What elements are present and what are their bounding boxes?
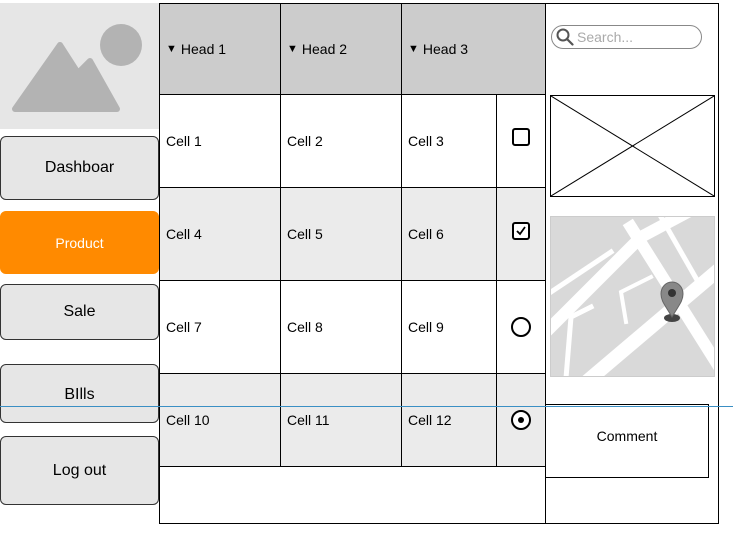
table-cell: Cell 2 xyxy=(281,95,402,187)
table-header-row: ▼ Head 1 ▼ Head 2 ▼ Head 3 xyxy=(160,4,545,95)
sidebar-item-product[interactable]: Product xyxy=(0,211,159,274)
table-cell: Cell 8 xyxy=(281,281,402,373)
search-input[interactable] xyxy=(574,29,695,45)
row-checkbox[interactable] xyxy=(512,128,530,146)
row-checkbox-checked[interactable] xyxy=(512,222,530,240)
table-cell: Cell 6 xyxy=(402,188,497,280)
sidebar-item-sale[interactable]: Sale xyxy=(0,284,159,340)
row-radio-selected[interactable] xyxy=(511,410,531,430)
search-box[interactable] xyxy=(551,25,702,49)
table-row: Cell 7 Cell 8 Cell 9 xyxy=(160,281,545,374)
table-header-3[interactable]: ▼ Head 3 xyxy=(402,4,545,94)
sidebar-item-bills[interactable]: BIlls xyxy=(0,364,159,423)
sidebar-item-logout[interactable]: Log out xyxy=(0,436,159,505)
table-cell: Cell 9 xyxy=(402,281,497,373)
row-radio[interactable] xyxy=(511,317,531,337)
search-icon xyxy=(556,28,574,46)
sort-down-icon: ▼ xyxy=(287,43,298,55)
comment-box[interactable]: Comment xyxy=(545,404,709,478)
table-cell: Cell 11 xyxy=(281,374,402,466)
table-cell: Cell 4 xyxy=(160,188,281,280)
sidebar-item-dashboard[interactable]: Dashboar xyxy=(0,136,159,200)
table-header-1[interactable]: ▼ Head 1 xyxy=(160,4,281,94)
guide-line xyxy=(0,406,733,407)
table-cell: Cell 5 xyxy=(281,188,402,280)
table-header-2[interactable]: ▼ Head 2 xyxy=(281,4,402,94)
map-widget[interactable] xyxy=(550,216,715,377)
image-placeholder-icon xyxy=(550,95,715,197)
checkmark-icon xyxy=(516,226,526,236)
table-cell: Cell 3 xyxy=(402,95,497,187)
sort-down-icon: ▼ xyxy=(408,43,419,55)
sidebar-item-label: Product xyxy=(55,234,104,251)
map-icon xyxy=(551,217,714,376)
sort-down-icon: ▼ xyxy=(166,43,177,55)
sidebar-item-label: Sale xyxy=(63,303,96,320)
table-row: Cell 1 Cell 2 Cell 3 xyxy=(160,95,545,188)
image-placeholder-box xyxy=(550,95,715,197)
table-cell: Cell 7 xyxy=(160,281,281,373)
table-row: Cell 10 Cell 11 Cell 12 xyxy=(160,374,545,467)
mountain-image-icon xyxy=(12,24,142,112)
comment-label: Comment xyxy=(596,428,658,444)
table-cell: Cell 12 xyxy=(402,374,497,466)
image-placeholder xyxy=(0,3,159,129)
sidebar-item-label: Dashboar xyxy=(44,159,115,176)
radio-dot-icon xyxy=(518,417,524,423)
table-cell: Cell 10 xyxy=(160,374,281,466)
table-row: Cell 4 Cell 5 Cell 6 xyxy=(160,188,545,281)
sidebar-item-label: Log out xyxy=(52,461,107,479)
table-cell: Cell 1 xyxy=(160,95,281,187)
sidebar-item-label: BIlls xyxy=(64,385,95,403)
